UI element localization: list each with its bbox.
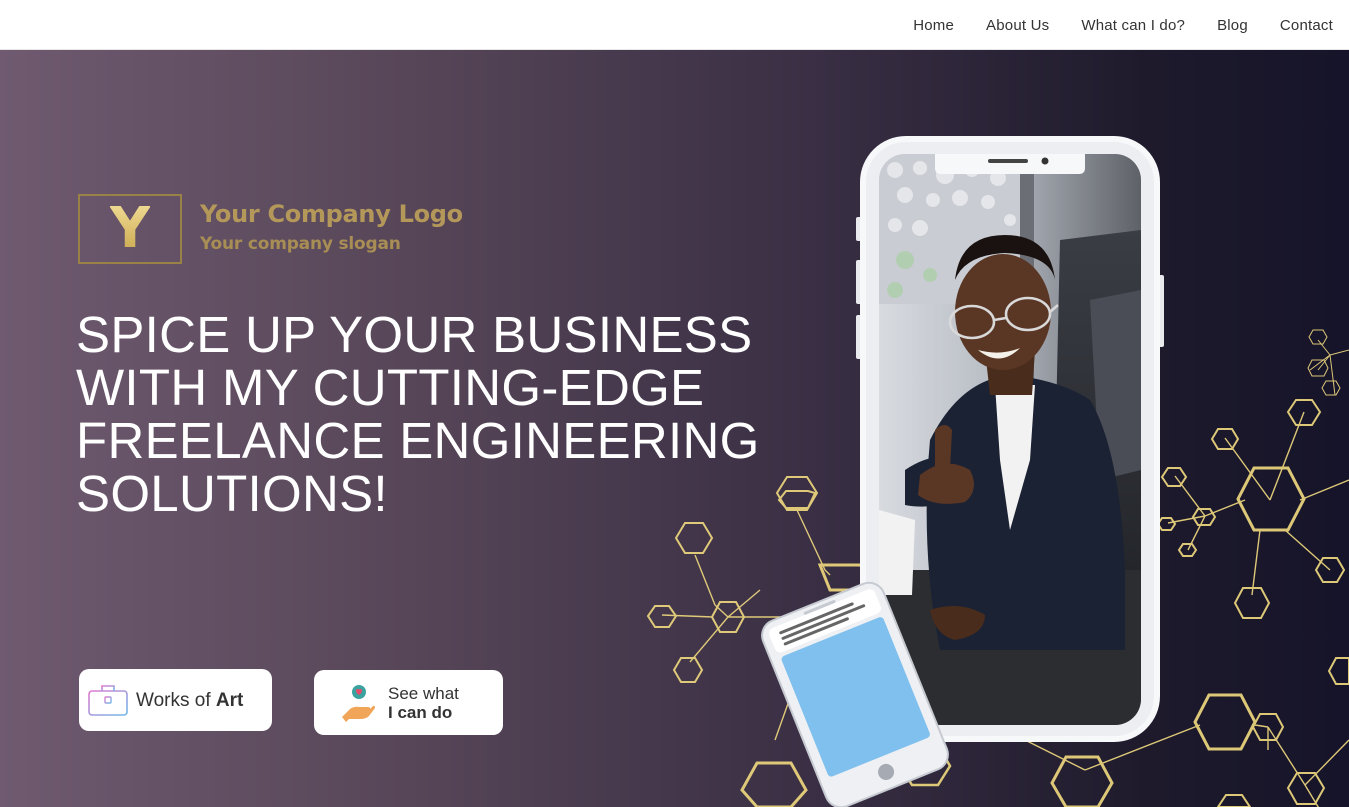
nav-contact[interactable]: Contact: [1280, 17, 1333, 34]
works-of-art-button[interactable]: Works of Art: [79, 669, 272, 731]
works-button-label-prefix: Works of: [136, 689, 216, 711]
nav-blog[interactable]: Blog: [1217, 17, 1248, 34]
nav-home[interactable]: Home: [913, 17, 954, 34]
top-navigation-bar: Home About Us What can I do? Blog Contac…: [0, 0, 1349, 50]
nav-what-can-i-do[interactable]: What can I do?: [1081, 17, 1185, 34]
works-button-label-bold: Art: [215, 689, 244, 711]
see-button-line-1: See what: [388, 683, 459, 703]
main-nav: Home About Us What can I do? Blog Contac…: [913, 0, 1333, 50]
see-what-i-can-do-button[interactable]: See what I can do: [314, 670, 503, 735]
nav-about-us[interactable]: About Us: [986, 17, 1049, 34]
briefcase-icon: [87, 683, 129, 717]
hand-heart-icon: [340, 683, 376, 723]
see-button-line-2: I can do: [388, 702, 453, 722]
hero-section: Y Your Company Logo Your company slogan …: [0, 50, 1349, 807]
